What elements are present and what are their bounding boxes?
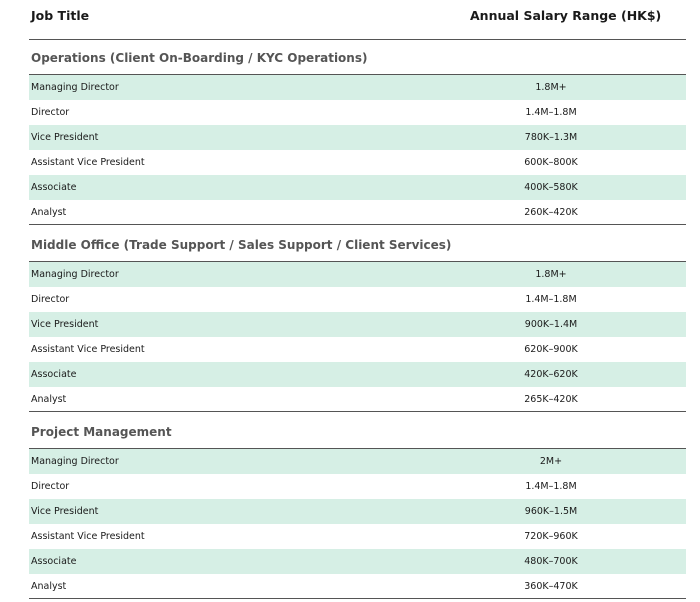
job-title-cell: Vice President	[31, 506, 99, 517]
table-row: Assistant Vice President 620K–900K	[29, 337, 686, 362]
section-operations: Operations (Client On-Boarding / KYC Ope…	[29, 40, 686, 225]
section-title: Operations (Client On-Boarding / KYC Ope…	[29, 40, 686, 75]
job-title-cell: Analyst	[31, 207, 67, 218]
job-title-cell: Associate	[31, 369, 77, 380]
section-middle-office: Middle Office (Trade Support / Sales Sup…	[29, 227, 686, 412]
job-title-cell: Assistant Vice President	[31, 344, 145, 355]
job-title-cell: Analyst	[31, 394, 67, 405]
job-title-cell: Associate	[31, 182, 77, 193]
table-row: Associate 480K–700K	[29, 549, 686, 574]
table-row: Managing Director 1.8M+	[29, 262, 686, 287]
table-row: Assistant Vice President 720K–960K	[29, 524, 686, 549]
table-row: Associate 400K–580K	[29, 175, 686, 200]
section-title-text: Project Management	[31, 425, 172, 439]
table-row: Managing Director 1.8M+	[29, 75, 686, 100]
job-title-cell: Managing Director	[31, 82, 119, 93]
table-row: Director 1.4M–1.8M	[29, 100, 686, 125]
job-title-cell: Managing Director	[31, 456, 119, 467]
salary-range-cell: 1.4M–1.8M	[525, 107, 577, 118]
section-title: Project Management	[29, 414, 686, 449]
salary-range-cell: 420K–620K	[524, 369, 578, 380]
job-title-cell: Assistant Vice President	[31, 157, 145, 168]
job-title-cell: Vice President	[31, 132, 99, 143]
table-row: Vice President 960K–1.5M	[29, 499, 686, 524]
table-row: Associate 420K–620K	[29, 362, 686, 387]
salary-table-page: Job Title Annual Salary Range (HK$) Oper…	[0, 0, 700, 602]
salary-range-column-header: Annual Salary Range (HK$)	[470, 8, 662, 23]
salary-range-cell: 960K–1.5M	[524, 506, 578, 517]
job-title-cell: Associate	[31, 556, 77, 567]
section-title-text: Operations (Client On-Boarding / KYC Ope…	[31, 51, 368, 65]
table-row: Director 1.4M–1.8M	[29, 287, 686, 312]
job-title-column-header: Job Title	[31, 8, 90, 23]
salary-range-cell: 1.4M–1.8M	[525, 481, 577, 492]
salary-range-cell: 2M+	[539, 456, 563, 467]
table-row: Analyst 360K–470K	[29, 574, 686, 599]
job-title-cell: Director	[31, 107, 70, 118]
table-row: Managing Director 2M+	[29, 449, 686, 474]
salary-range-cell: 360K–470K	[524, 581, 578, 592]
salary-range-cell: 780K–1.3M	[524, 132, 578, 143]
salary-range-cell: 1.8M+	[535, 269, 567, 280]
table-row: Vice President 900K–1.4M	[29, 312, 686, 337]
table-header: Job Title Annual Salary Range (HK$)	[29, 0, 686, 40]
table-row: Assistant Vice President 600K–800K	[29, 150, 686, 175]
salary-range-cell: 720K–960K	[524, 531, 578, 542]
section-title: Middle Office (Trade Support / Sales Sup…	[29, 227, 686, 262]
job-title-cell: Assistant Vice President	[31, 531, 145, 542]
section-project-management: Project Management Managing Director 2M+…	[29, 414, 686, 599]
salary-range-cell: 260K–420K	[524, 207, 578, 218]
salary-range-cell: 600K–800K	[524, 157, 578, 168]
section-title-text: Middle Office (Trade Support / Sales Sup…	[31, 238, 452, 252]
salary-range-cell: 900K–1.4M	[524, 319, 578, 330]
job-title-cell: Managing Director	[31, 269, 119, 280]
table-row: Analyst 260K–420K	[29, 200, 686, 225]
job-title-cell: Analyst	[31, 581, 67, 592]
job-title-cell: Vice President	[31, 319, 99, 330]
salary-range-cell: 400K–580K	[524, 182, 578, 193]
job-title-cell: Director	[31, 481, 70, 492]
table-row: Director 1.4M–1.8M	[29, 474, 686, 499]
salary-range-cell: 265K–420K	[524, 394, 578, 405]
salary-range-cell: 480K–700K	[524, 556, 578, 567]
salary-range-cell: 620K–900K	[524, 344, 578, 355]
table-row: Vice President 780K–1.3M	[29, 125, 686, 150]
table-row: Analyst 265K–420K	[29, 387, 686, 412]
job-title-cell: Director	[31, 294, 70, 305]
salary-range-cell: 1.8M+	[535, 82, 567, 93]
salary-range-cell: 1.4M–1.8M	[525, 294, 577, 305]
